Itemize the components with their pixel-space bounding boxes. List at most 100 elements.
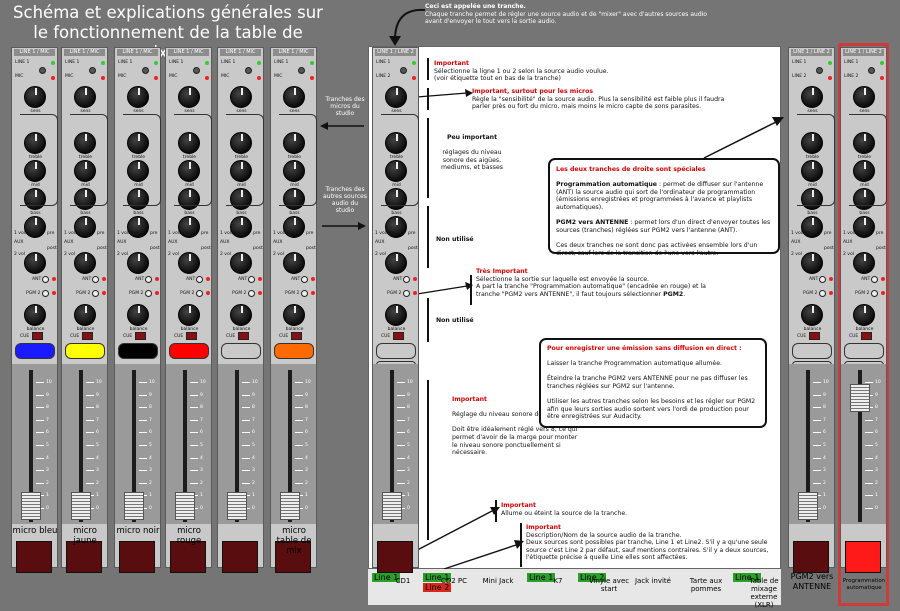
- line1-led: [101, 61, 105, 65]
- pgm2-button[interactable]: [92, 290, 99, 297]
- knob-balance[interactable]: [801, 304, 823, 326]
- scale-tick: [813, 382, 821, 383]
- knob-sens[interactable]: [230, 86, 252, 108]
- cue-button[interactable]: [32, 332, 43, 340]
- line1-label: LINE 1: [169, 60, 184, 65]
- pgm2-led: [413, 291, 417, 295]
- ant-button[interactable]: [196, 276, 203, 283]
- line-select-button[interactable]: [245, 67, 252, 74]
- scale-label: 4: [875, 455, 878, 461]
- fader-knob[interactable]: [280, 492, 300, 520]
- knob-aux2[interactable]: [178, 252, 200, 274]
- line-select-button[interactable]: [400, 67, 407, 74]
- cue-button[interactable]: [82, 332, 93, 340]
- line-select-button[interactable]: [193, 67, 200, 74]
- pgm2-button[interactable]: [871, 290, 878, 297]
- pgm2-button[interactable]: [42, 290, 49, 297]
- ant-button[interactable]: [42, 276, 49, 283]
- knob-balance[interactable]: [283, 304, 305, 326]
- line2-led: [257, 76, 261, 80]
- knob-aux2[interactable]: [853, 252, 875, 274]
- ant-button[interactable]: [248, 276, 255, 283]
- scale-label: 0: [252, 506, 255, 511]
- knob-balance[interactable]: [853, 304, 875, 326]
- ant-button[interactable]: [92, 276, 99, 283]
- knob-sens[interactable]: [127, 86, 149, 108]
- fader-knob[interactable]: [850, 384, 870, 412]
- line2-led: [51, 76, 55, 80]
- strip-header: LINE 1 / MIC: [220, 49, 261, 56]
- knob-aux2[interactable]: [801, 252, 823, 274]
- knob-aux2[interactable]: [230, 252, 252, 274]
- cue-button[interactable]: [186, 332, 197, 340]
- cue-button[interactable]: [809, 332, 820, 340]
- pgm2-button[interactable]: [248, 290, 255, 297]
- knob-sens[interactable]: [24, 86, 46, 108]
- vol1-label: 1 volume: [220, 231, 241, 236]
- line2-led: [310, 76, 314, 80]
- fader-knob[interactable]: [798, 492, 818, 520]
- on-off-button[interactable]: [222, 541, 258, 573]
- vol2-label: 2 vol: [14, 252, 25, 257]
- ant-button[interactable]: [871, 276, 878, 283]
- scale-label: 5: [407, 443, 410, 448]
- pgm2-button[interactable]: [145, 290, 152, 297]
- fader-knob[interactable]: [124, 492, 144, 520]
- knob-balance[interactable]: [178, 304, 200, 326]
- knob-sens[interactable]: [178, 86, 200, 108]
- post-label: post: [306, 246, 316, 251]
- ant-button[interactable]: [819, 276, 826, 283]
- on-off-button[interactable]: [377, 541, 413, 573]
- cue-button[interactable]: [291, 332, 302, 340]
- fader-knob[interactable]: [71, 492, 91, 520]
- knob-aux2[interactable]: [127, 252, 149, 274]
- on-off-button[interactable]: [16, 541, 52, 573]
- knob-balance[interactable]: [74, 304, 96, 326]
- knob-sens[interactable]: [74, 86, 96, 108]
- knob-aux2[interactable]: [283, 252, 305, 274]
- fader-knob[interactable]: [382, 492, 402, 520]
- knob-aux2[interactable]: [24, 252, 46, 274]
- knob-balance[interactable]: [230, 304, 252, 326]
- pgm2-button[interactable]: [301, 290, 308, 297]
- on-off-button[interactable]: [845, 541, 881, 573]
- line-select-button[interactable]: [816, 67, 823, 74]
- scale-tick: [242, 432, 250, 434]
- cue-button[interactable]: [135, 332, 146, 340]
- knob-balance[interactable]: [24, 304, 46, 326]
- cue-button[interactable]: [393, 332, 404, 340]
- knob-balance[interactable]: [127, 304, 149, 326]
- scale-label: 5: [875, 443, 878, 448]
- knob-balance[interactable]: [385, 304, 407, 326]
- on-off-button[interactable]: [119, 541, 155, 573]
- fader-knob[interactable]: [21, 492, 41, 520]
- scale-label: 1: [149, 493, 152, 499]
- aux-label: AUX: [168, 240, 178, 245]
- ant-button[interactable]: [403, 276, 410, 283]
- knob-aux2[interactable]: [74, 252, 96, 274]
- scale-tick: [86, 457, 94, 459]
- knob-sens[interactable]: [853, 86, 875, 108]
- fader-knob[interactable]: [227, 492, 247, 520]
- scale-label: 8: [96, 405, 99, 411]
- cue-button[interactable]: [861, 332, 872, 340]
- line-select-button[interactable]: [142, 67, 149, 74]
- on-off-button[interactable]: [793, 541, 829, 573]
- knob-aux2[interactable]: [385, 252, 407, 274]
- line-select-button[interactable]: [89, 67, 96, 74]
- ant-button[interactable]: [145, 276, 152, 283]
- knob-sens[interactable]: [801, 86, 823, 108]
- knob-sens[interactable]: [283, 86, 305, 108]
- pgm2-button[interactable]: [403, 290, 410, 297]
- line-select-button[interactable]: [39, 67, 46, 74]
- fader-knob[interactable]: [175, 492, 195, 520]
- line-select-button[interactable]: [868, 67, 875, 74]
- ant-button[interactable]: [301, 276, 308, 283]
- cue-button[interactable]: [238, 332, 249, 340]
- scale-tick: [190, 407, 198, 409]
- pgm2-button[interactable]: [819, 290, 826, 297]
- line-select-button[interactable]: [298, 67, 305, 74]
- scale-label: 3: [96, 468, 99, 474]
- knob-sens[interactable]: [385, 86, 407, 108]
- pgm2-button[interactable]: [196, 290, 203, 297]
